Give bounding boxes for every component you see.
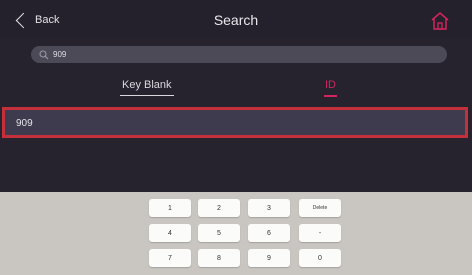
header-bar: Back Search: [0, 0, 472, 38]
tab-id-underline: [324, 95, 337, 97]
key-6[interactable]: 6: [248, 224, 290, 242]
search-icon: [39, 49, 49, 59]
search-bar[interactable]: [31, 46, 447, 63]
key-3[interactable]: 3: [248, 199, 290, 217]
result-text: 909: [16, 118, 33, 129]
tab-id[interactable]: ID: [324, 79, 337, 97]
key-delete[interactable]: Delete: [299, 199, 341, 217]
numeric-keypad: 1 2 3 Delete 4 5 6 - 7 8 9 0: [0, 192, 472, 275]
tab-key-blank-label: Key Blank: [122, 79, 172, 91]
key-1[interactable]: 1: [149, 199, 191, 217]
tab-key-blank[interactable]: Key Blank: [120, 79, 174, 96]
key-0[interactable]: 0: [299, 249, 341, 267]
key-dash[interactable]: -: [299, 224, 341, 242]
key-8[interactable]: 8: [198, 249, 240, 267]
tab-id-label: ID: [325, 79, 336, 91]
key-2[interactable]: 2: [198, 199, 240, 217]
home-icon: [431, 12, 449, 30]
key-4[interactable]: 4: [149, 224, 191, 242]
tab-key-blank-underline: [120, 95, 174, 96]
home-button[interactable]: [430, 11, 450, 31]
result-row[interactable]: 909: [2, 107, 468, 138]
key-5[interactable]: 5: [198, 224, 240, 242]
search-input[interactable]: [49, 50, 413, 59]
key-9[interactable]: 9: [248, 249, 290, 267]
page-title: Search: [213, 12, 259, 28]
key-7[interactable]: 7: [149, 249, 191, 267]
